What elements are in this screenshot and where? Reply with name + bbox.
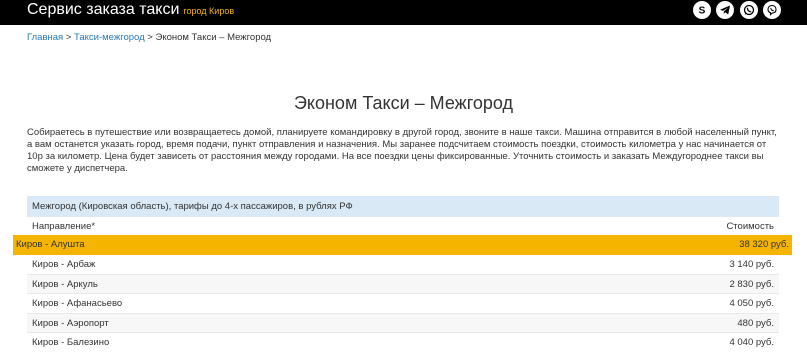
table-row[interactable]: Киров - Арбаж 3 140 руб. xyxy=(27,255,779,275)
price-cell: 4 040 руб. xyxy=(729,337,774,348)
column-header-price: Стоимость xyxy=(726,221,774,232)
table-row[interactable]: Киров - Аркуль 2 830 руб. xyxy=(27,274,779,294)
svg-text:S: S xyxy=(699,6,706,17)
route-cell: Киров - Аэропорт xyxy=(32,318,109,329)
site-title[interactable]: Сервис заказа такси xyxy=(27,1,179,18)
table-row[interactable]: Киров - Аэропорт 480 руб. xyxy=(27,313,779,333)
telegram-icon[interactable] xyxy=(716,1,734,19)
route-cell: Киров - Балезино xyxy=(32,337,110,348)
price-cell: 2 830 руб. xyxy=(729,279,774,290)
price-cell: 4 050 руб. xyxy=(729,298,774,309)
column-header-direction: Направление* xyxy=(32,221,96,232)
whatsapp-icon[interactable] xyxy=(740,1,758,19)
route-cell: Киров - Афанасьево xyxy=(32,298,123,309)
top-bar: Сервис заказа такси город Киров S xyxy=(0,0,807,25)
page-title: Эконом Такси – Межгород xyxy=(293,93,514,113)
breadcrumb-home-link[interactable]: Главная xyxy=(27,32,63,43)
skype-icon[interactable]: S xyxy=(693,1,711,19)
route-cell: Киров - Алушта xyxy=(16,239,85,250)
route-cell: Киров - Аркуль xyxy=(32,279,98,290)
breadcrumb-separator: > xyxy=(63,32,74,43)
site-brand[interactable]: Сервис заказа такси город Киров xyxy=(27,1,234,19)
viber-icon[interactable] xyxy=(763,1,781,19)
breadcrumb-section-link[interactable]: Такси-межгород xyxy=(74,32,145,43)
price-cell: 480 руб. xyxy=(737,318,774,329)
city-label[interactable]: город Киров xyxy=(183,6,234,16)
table-row[interactable]: Киров - Алушта 38 320 руб. xyxy=(13,235,792,255)
table-row[interactable]: Киров - Балезино 4 040 руб. xyxy=(27,333,779,353)
intro-text: Собираетесь в путешествие или возвращает… xyxy=(27,127,777,174)
table-row[interactable]: Киров - Афанасьево 4 050 руб. xyxy=(27,294,779,314)
price-cell: 3 140 руб. xyxy=(729,259,774,270)
breadcrumb: Главная > Такси-межгород > Эконом Такси … xyxy=(27,32,271,43)
price-cell: 38 320 руб. xyxy=(739,239,789,250)
breadcrumb-current: Эконом Такси – Межгород xyxy=(155,32,272,43)
tariff-table-header: Направление* Стоимость xyxy=(27,219,779,234)
breadcrumb-separator: > xyxy=(144,32,156,43)
tariff-table-caption: Межгород (Кировская область), тарифы до … xyxy=(27,196,779,217)
route-cell: Киров - Арбаж xyxy=(32,259,96,270)
